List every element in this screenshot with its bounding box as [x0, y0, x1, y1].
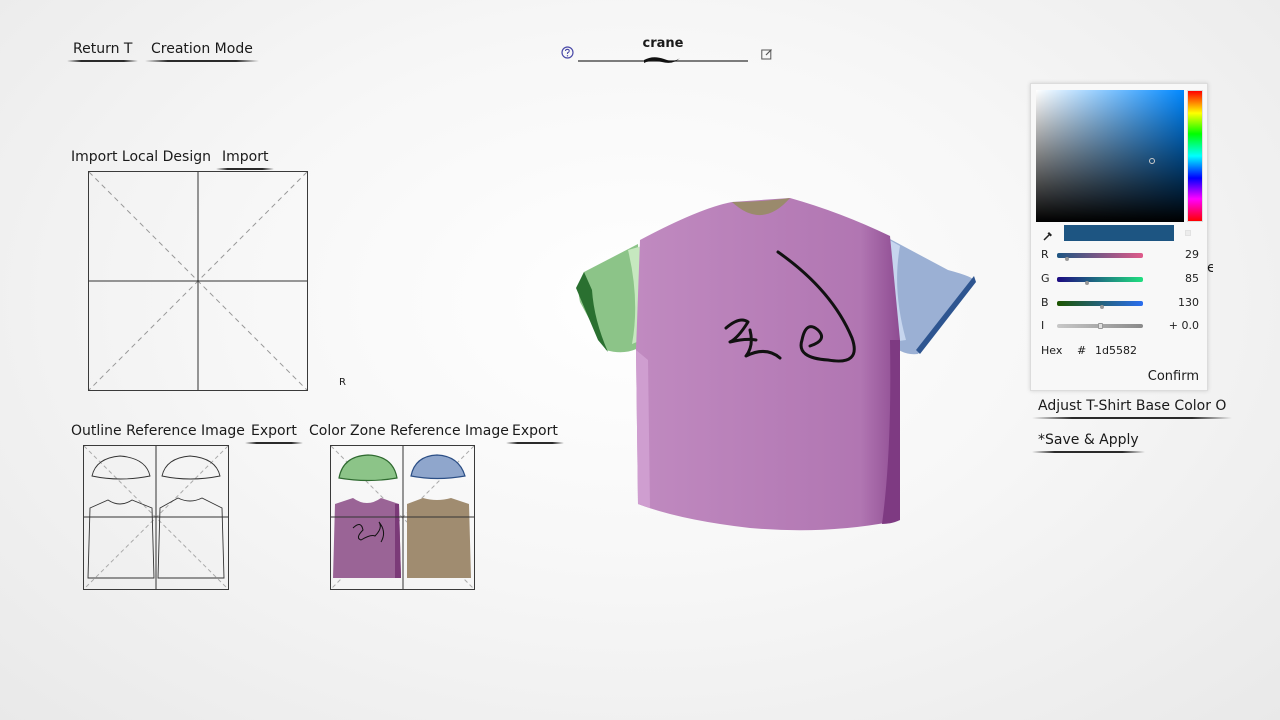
outline-sketch: [84, 446, 228, 589]
placeholder-cross: [89, 172, 307, 390]
intensity-value[interactable]: + 0.0: [1169, 319, 1199, 332]
help-icon[interactable]: [561, 44, 574, 59]
colorzone-sketch: [331, 446, 474, 589]
intensity-slider[interactable]: [1057, 323, 1143, 329]
red-label: R: [1041, 248, 1049, 261]
creation-mode-button[interactable]: Creation Mode: [145, 41, 259, 62]
outline-reference-image: [83, 445, 229, 590]
color-preview-swatch: [1064, 225, 1174, 241]
project-name-field[interactable]: crane: [578, 36, 748, 66]
hue-slider[interactable]: [1187, 90, 1203, 222]
adjust-base-color-label: Adjust T-Shirt Base Color O: [1038, 398, 1227, 414]
intensity-label: I: [1041, 319, 1045, 332]
eyedropper-icon[interactable]: [1042, 227, 1054, 241]
saturation-value-area[interactable]: [1036, 90, 1184, 222]
clipped-background-text: e: [1207, 260, 1213, 276]
green-label: G: [1041, 272, 1050, 285]
green-knob[interactable]: [1085, 281, 1089, 285]
hex-input[interactable]: 1d5582: [1095, 344, 1137, 357]
save-apply-label: *Save & Apply: [1038, 432, 1139, 448]
colorzone-export-label: Export: [512, 423, 558, 439]
brush-underline: [578, 57, 748, 63]
edit-icon[interactable]: [761, 45, 773, 60]
intensity-knob[interactable]: [1098, 323, 1103, 329]
red-knob[interactable]: [1065, 257, 1069, 261]
sv-cursor[interactable]: [1149, 158, 1155, 164]
return-button[interactable]: Return T: [67, 41, 139, 62]
tshirt-render: [576, 198, 976, 531]
tshirt-3d-preview[interactable]: [570, 190, 980, 535]
import-button[interactable]: Import: [216, 149, 275, 170]
blue-label: B: [1041, 296, 1049, 309]
import-label: Import: [222, 149, 269, 165]
save-apply-button[interactable]: *Save & Apply: [1032, 432, 1145, 453]
hex-hash: #: [1077, 344, 1087, 357]
blue-value[interactable]: 130: [1178, 296, 1199, 309]
colorzone-reference-image: [330, 445, 475, 590]
outline-title: Outline Reference Image: [71, 423, 245, 439]
return-label: Return T: [73, 41, 133, 57]
colorzone-export-button[interactable]: Export: [506, 423, 564, 444]
outline-export-button[interactable]: Export: [245, 423, 303, 444]
green-slider[interactable]: [1057, 277, 1143, 285]
green-value[interactable]: 85: [1185, 272, 1199, 285]
import-title: Import Local Design: [71, 149, 211, 165]
blue-knob[interactable]: [1100, 305, 1104, 309]
outline-export-label: Export: [251, 423, 297, 439]
adjust-base-color-button[interactable]: Adjust T-Shirt Base Color O: [1032, 398, 1233, 419]
project-name-text: crane: [642, 36, 684, 51]
red-value[interactable]: 29: [1185, 248, 1199, 261]
hex-label: Hex: [1041, 344, 1063, 357]
import-marker: R: [339, 377, 346, 388]
tshirt-body: [636, 198, 900, 531]
red-slider[interactable]: [1057, 253, 1143, 261]
confirm-button[interactable]: Confirm: [1148, 369, 1199, 384]
blue-slider[interactable]: [1057, 301, 1143, 309]
design-drop-area[interactable]: [88, 171, 308, 391]
color-picker-panel: R 29 G 85 B 130 I + 0.0 Hex # 1d5582 Con…: [1030, 83, 1208, 391]
colorzone-title: Color Zone Reference Image: [309, 423, 509, 439]
creation-mode-label: Creation Mode: [151, 41, 253, 57]
confirm-label: Confirm: [1147, 369, 1199, 384]
alpha-indicator: [1185, 230, 1191, 236]
